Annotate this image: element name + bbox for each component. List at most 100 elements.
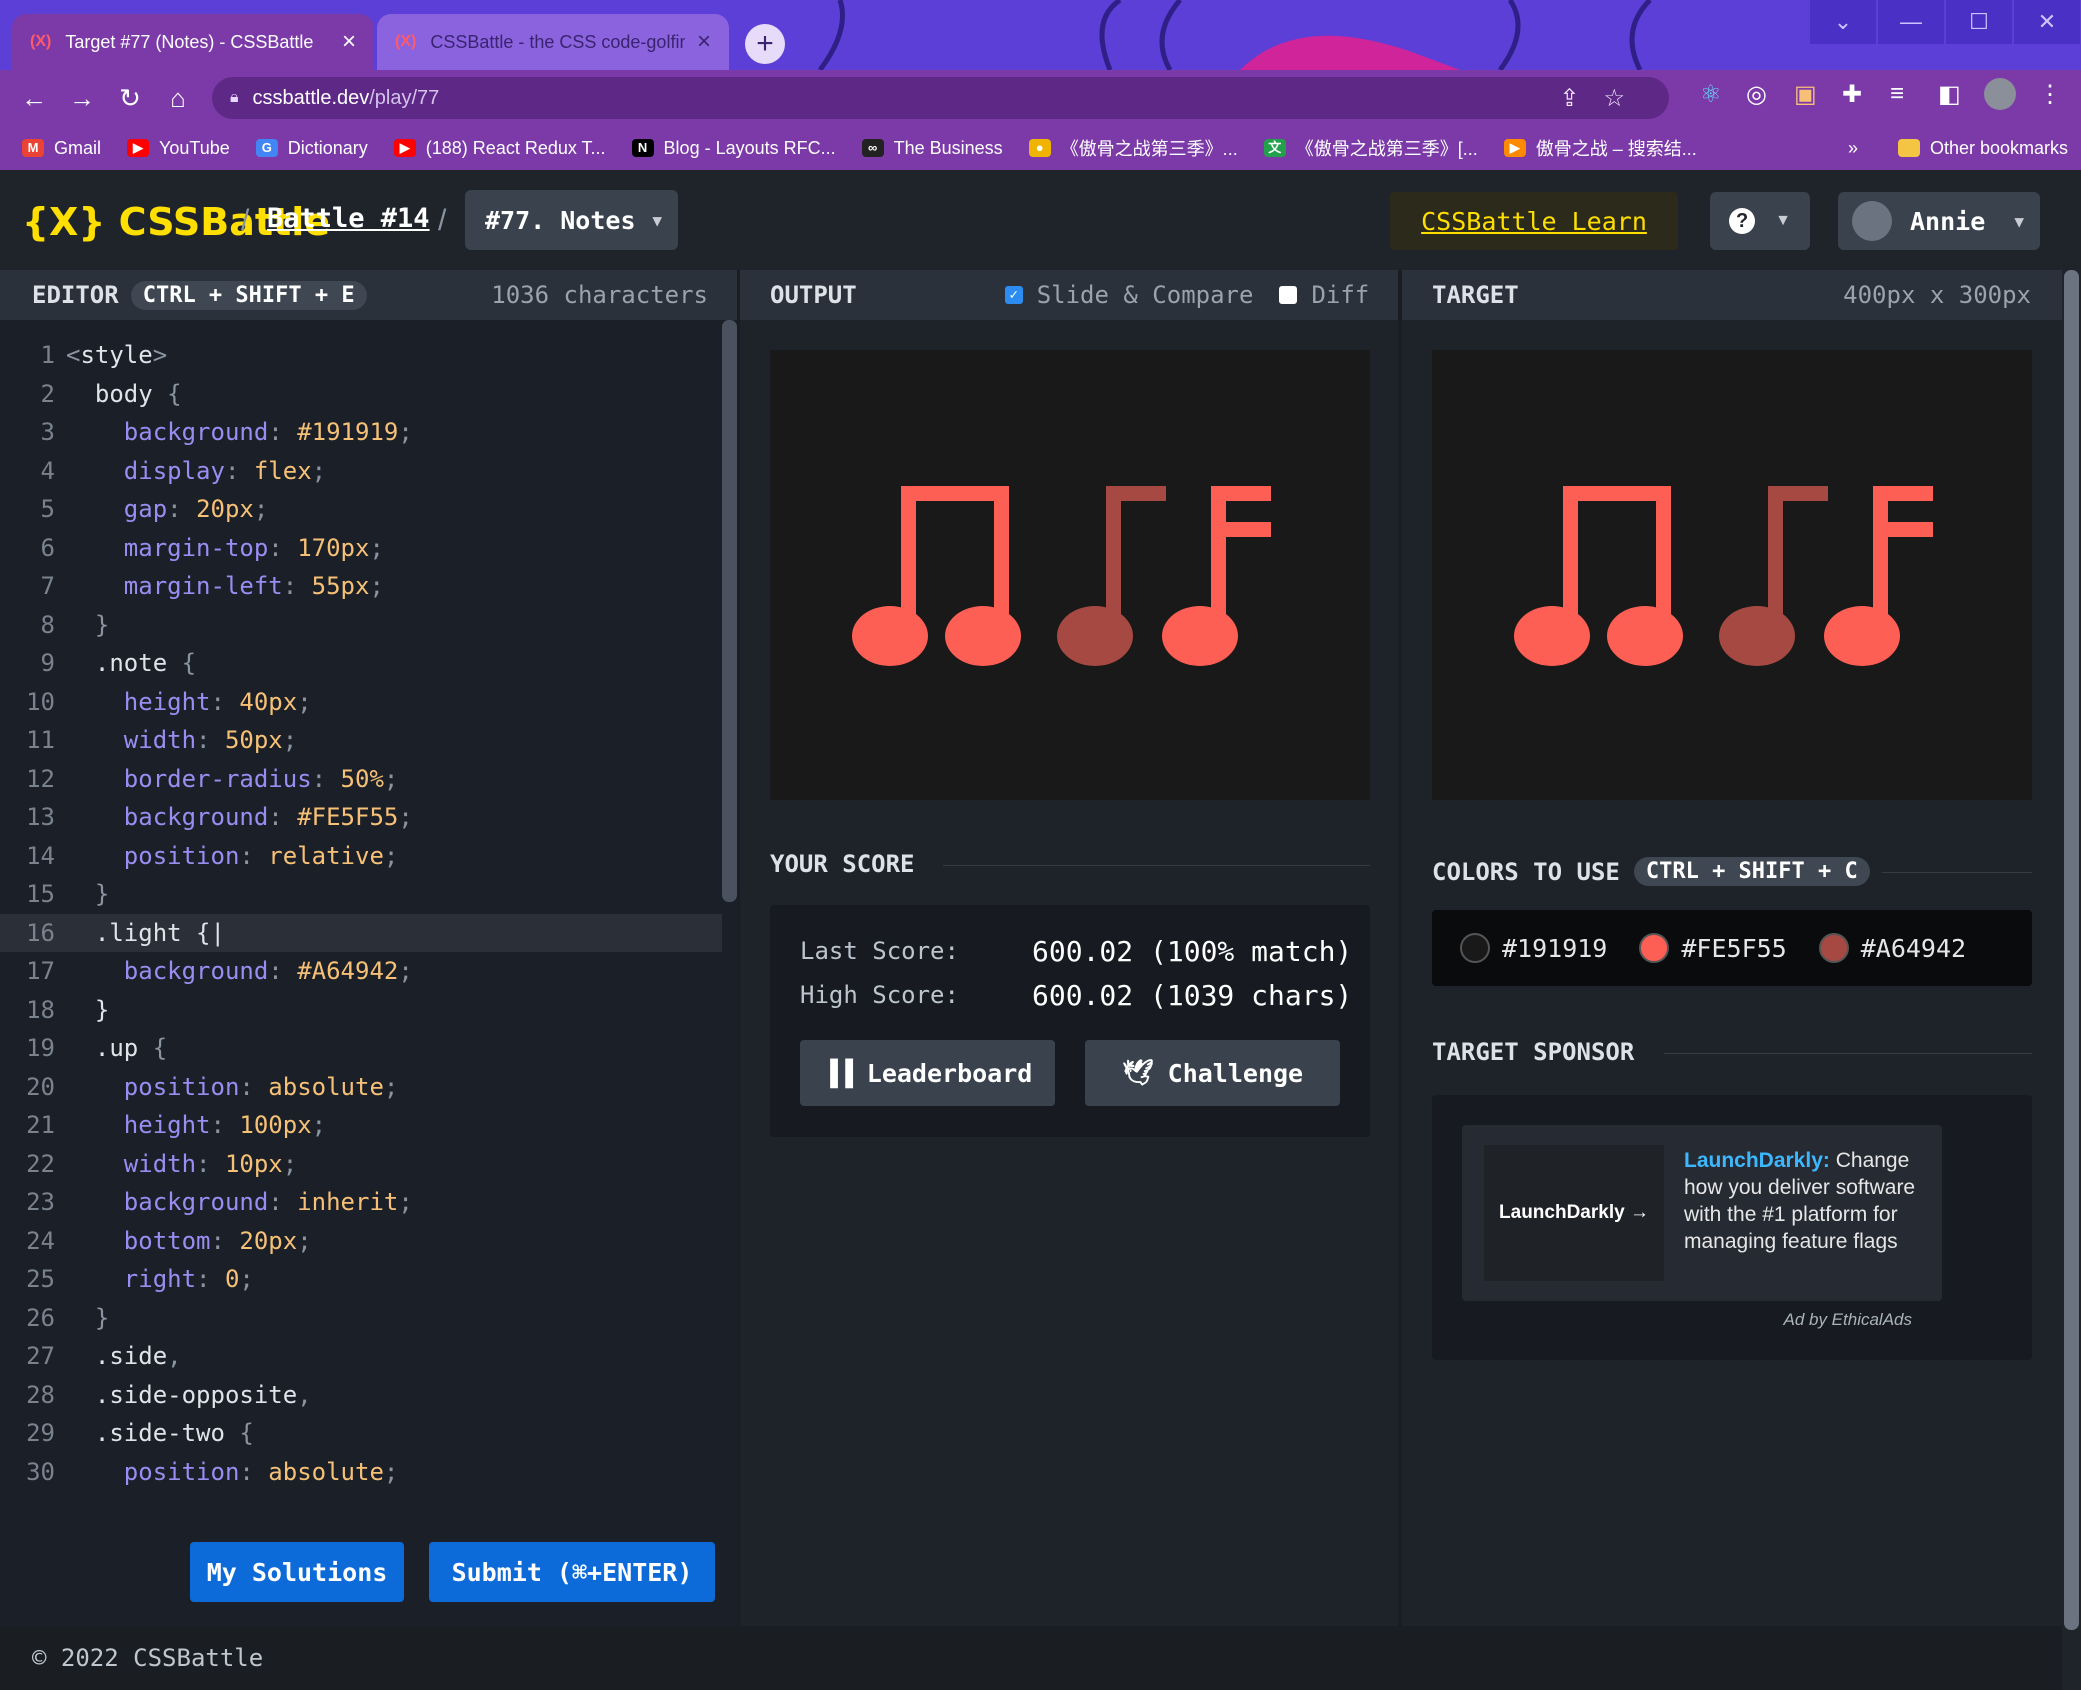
close-icon[interactable]: × <box>342 28 356 56</box>
chevron-down-icon: ▼ <box>1775 212 1791 229</box>
code-text: } <box>66 606 109 644</box>
slide-compare-checkbox[interactable]: ✓ Slide & Compare <box>1004 281 1253 309</box>
bookmark-item[interactable]: M Gmail <box>22 138 101 159</box>
reading-list-icon[interactable]: ≡ <box>1890 80 1904 108</box>
target-extension-icon[interactable]: ◎ <box>1746 80 1767 109</box>
help-dropdown-button[interactable]: ? ▼ <box>1710 192 1810 250</box>
output-preview-canvas[interactable] <box>770 350 1370 800</box>
bookmark-item[interactable]: 文《傲骨之战第三季》[... <box>1263 135 1478 161</box>
code-token: : <box>268 533 298 562</box>
ad-brand: LaunchDarkly <box>1684 1149 1823 1172</box>
bookmark-label: The Business <box>893 137 1003 158</box>
cssbattle-learn-link[interactable]: CSSBattle Learn <box>1390 192 1678 250</box>
code-line: 16 .light {| <box>0 913 722 952</box>
code-line: 1 <style> <box>0 336 722 374</box>
line-number: 19 <box>26 1034 55 1062</box>
code-token: absolute <box>268 1072 384 1101</box>
code-token: #A64942 <box>297 957 399 985</box>
line-number: 21 <box>26 1111 55 1139</box>
url-path: /play/77 <box>369 86 440 109</box>
notes-extension-icon[interactable]: ▣ <box>1794 80 1817 109</box>
bookmark-item[interactable]: G Dictionary <box>255 138 368 159</box>
home-icon[interactable]: ⌂ <box>154 83 202 114</box>
share-and-bookmark-star-icon[interactable]: ⇪☆ <box>1559 84 1649 113</box>
line-number: 12 <box>26 764 55 793</box>
code-line: 13 background: #FE5F55; <box>0 798 722 836</box>
color-swatch[interactable]: #191919 <box>1460 933 1607 963</box>
bookmark-label: 《傲骨之战第三季》... <box>1060 139 1238 159</box>
url-input[interactable]: 🔒︎ cssbattle.dev/play/77 ⇪☆ <box>212 77 1669 119</box>
side-panel-icon[interactable]: ◧ <box>1938 80 1961 109</box>
code-token: background <box>66 957 269 985</box>
notes-graphic <box>1514 486 1933 666</box>
line-number: 22 <box>26 1149 55 1178</box>
code-line: 7 margin-left: 55px; <box>0 567 722 605</box>
tab-search-button[interactable]: ⌄ <box>1810 0 1876 44</box>
kebab-menu-icon[interactable]: ⋮ <box>2038 80 2062 109</box>
bookmark-item[interactable]: ● 《傲骨之战第三季》... <box>1028 135 1238 161</box>
ad-text: LaunchDarkly: Change how you deliver sof… <box>1684 1149 1916 1253</box>
code-token: : <box>311 764 341 793</box>
extensions-puzzle-icon[interactable]: ✚ <box>1842 80 1862 109</box>
line-number: 11 <box>26 726 55 754</box>
lock-icon: 🔒︎ <box>230 89 239 106</box>
code-text: margin-left: 55px; <box>66 567 384 605</box>
app-header: {X} CSSBattle / Battle #14 / #77. Notes … <box>0 170 2081 270</box>
challenge-button[interactable]: 🕊︎ Challenge <box>1085 1040 1340 1106</box>
code-token: : <box>268 418 298 446</box>
maximize-button[interactable]: ☐ <box>1946 0 2012 44</box>
bookmark-item[interactable]: N Blog - Layouts RFC... <box>631 138 836 159</box>
code-token: | <box>210 918 225 947</box>
ethicalads-link[interactable]: Ad by EthicalAds <box>1783 1310 1912 1330</box>
bookmark-item[interactable]: ▶ (188) React Redux T... <box>393 138 606 159</box>
reload-icon[interactable]: ↻ <box>106 83 154 114</box>
tab-target-notes[interactable]: (X) Target #77 (Notes) - CSSBattle × <box>12 14 374 70</box>
other-bookmarks-label: Other bookmarks <box>1930 137 2069 158</box>
code-editor[interactable]: 1 <style> 2 body {3 background: #191919; 4 … <box>0 320 737 1626</box>
bookmarks-overflow-button[interactable]: » <box>1848 138 1858 159</box>
back-icon[interactable]: ← <box>10 83 58 114</box>
new-tab-button[interactable]: + <box>745 24 785 64</box>
other-bookmarks-folder[interactable]: Other bookmarks <box>1898 138 2068 159</box>
target-selector-dropdown[interactable]: #77. Notes ▼ <box>465 190 678 250</box>
tab-cssbattle-home[interactable]: (X) CSSBattle - the CSS code-golfing × <box>377 14 729 70</box>
editor-scrollbar[interactable] <box>722 320 737 902</box>
code-token: : <box>196 1149 225 1178</box>
bookmark-item[interactable]: ▶ 傲骨之战 – 搜索结... <box>1503 135 1697 161</box>
color-swatch[interactable]: #FE5F55 <box>1639 933 1787 963</box>
sponsor-ad[interactable]: LaunchDarkly → LaunchDarkly: Change how … <box>1462 1125 1942 1301</box>
bookmark-item[interactable]: ∞ The Business <box>861 137 1003 159</box>
colors-shortcut-badge: CTRL + SHIFT + C <box>1633 857 1870 886</box>
line-number: 2 <box>40 379 55 408</box>
user-menu-button[interactable]: Annie ▼ <box>1838 192 2040 250</box>
my-solutions-button[interactable]: My Solutions <box>190 1542 404 1602</box>
code-token: height <box>66 687 211 716</box>
url-host: cssbattle.dev <box>252 86 370 109</box>
code-token: : <box>239 841 269 870</box>
profile-avatar[interactable] <box>1984 78 2016 110</box>
close-window-button[interactable]: ✕ <box>2014 0 2080 44</box>
target-header: TARGET 400px x 300px <box>1402 270 2062 320</box>
close-icon[interactable]: × <box>697 28 711 56</box>
launchdarkly-logo: LaunchDarkly → <box>1484 1145 1664 1281</box>
line-number: 17 <box>26 957 55 985</box>
checkbox-unchecked-icon <box>1279 286 1298 304</box>
code-token: margin-left <box>66 572 283 600</box>
submit-button[interactable]: Submit (⌘+ENTER) <box>429 1542 715 1602</box>
avatar <box>1852 201 1892 241</box>
code-token: 50px <box>224 726 283 754</box>
bookmark-item[interactable]: ▶ YouTube <box>127 138 230 159</box>
code-token: bottom <box>66 1226 211 1255</box>
folder-icon <box>1898 139 1920 157</box>
minimize-button[interactable]: — <box>1878 0 1944 44</box>
forward-icon[interactable]: → <box>58 83 106 114</box>
diff-checkbox[interactable]: Diff <box>1279 281 1369 309</box>
react-devtools-icon[interactable]: ⚛ <box>1700 80 1722 109</box>
page-scrollbar[interactable] <box>2064 270 2079 1630</box>
colors-title-text: COLORS TO USE <box>1432 857 1620 886</box>
battle-link[interactable]: Battle #14 <box>267 203 430 234</box>
leaderboard-button[interactable]: ▐▐ Leaderboard <box>800 1040 1055 1106</box>
code-line: 26 } <box>0 1299 722 1337</box>
color-swatch[interactable]: #A64942 <box>1818 933 1966 963</box>
code-line: 6 margin-top: 170px; <box>0 529 722 567</box>
